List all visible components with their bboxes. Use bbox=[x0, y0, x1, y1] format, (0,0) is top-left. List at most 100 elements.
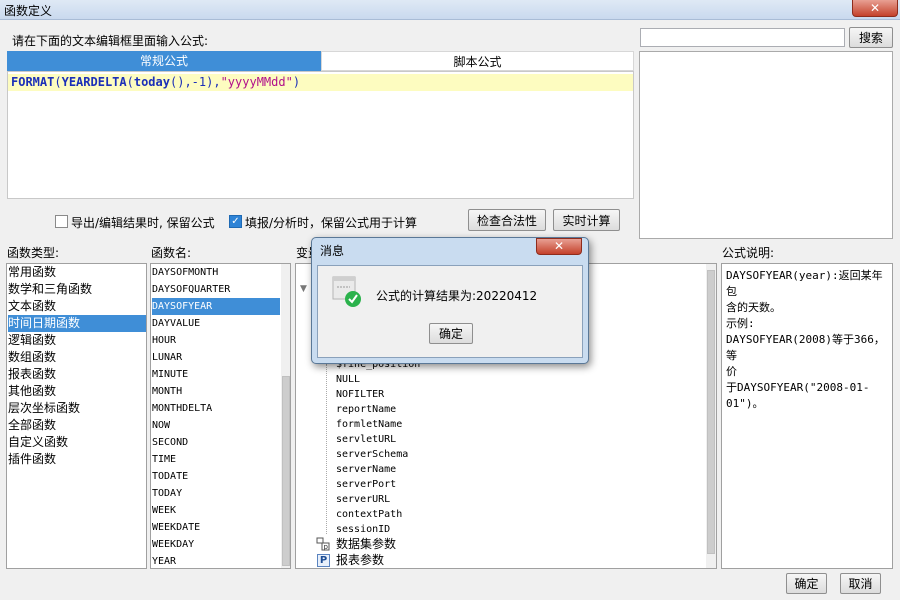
list-item[interactable]: 数学和三角函数 bbox=[8, 281, 146, 298]
list-item[interactable]: TODAY bbox=[152, 485, 280, 502]
list-item[interactable]: TODATE bbox=[152, 468, 280, 485]
list-item[interactable]: 插件函数 bbox=[8, 451, 146, 468]
dataset-params-icon: p bbox=[316, 537, 330, 551]
formula-token: "yyyyMMdd" bbox=[220, 75, 293, 89]
formula-token: () bbox=[169, 75, 185, 89]
list-item[interactable]: 层次坐标函数 bbox=[8, 400, 146, 417]
list-item[interactable]: WEEKDAY bbox=[152, 536, 280, 553]
list-item[interactable]: HOUR bbox=[152, 332, 280, 349]
list-item[interactable]: 报表函数 bbox=[8, 366, 146, 383]
variable-item[interactable]: sessionID bbox=[336, 522, 390, 537]
list-item[interactable]: NOW bbox=[152, 417, 280, 434]
list-item[interactable]: YEAR bbox=[152, 553, 280, 568]
list-item[interactable]: 全部函数 bbox=[8, 417, 146, 434]
list-item[interactable]: 逻辑函数 bbox=[8, 332, 146, 349]
variable-item[interactable]: serverName bbox=[336, 462, 396, 477]
variable-item[interactable]: serverURL bbox=[336, 492, 390, 507]
formula-token: YEARDELTA bbox=[61, 75, 127, 89]
scrollbar-thumb[interactable] bbox=[707, 270, 715, 554]
description-line: 价 bbox=[726, 365, 737, 378]
function-type-list[interactable]: 常用函数 数学和三角函数 文本函数 时间日期函数 逻辑函数 数组函数 报表函数 … bbox=[6, 263, 147, 569]
description-line: DAYSOFYEAR(year):返回某年包 bbox=[726, 269, 883, 298]
formula-token: ), bbox=[206, 75, 221, 89]
tab-script-formula[interactable]: 脚本公式 bbox=[321, 51, 634, 71]
formula-token: ) bbox=[292, 75, 301, 89]
list-item[interactable]: MONTH bbox=[152, 383, 280, 400]
message-dialog: 消息 ✕ 公式的计算结果为:20220412 确定 bbox=[311, 237, 589, 364]
scrollbar-thumb[interactable] bbox=[282, 376, 290, 566]
formula-description: DAYSOFYEAR(year):返回某年包 含的天数。 示例: DAYSOFY… bbox=[726, 268, 892, 412]
list-item[interactable]: 时间日期函数 bbox=[8, 315, 146, 332]
search-results-panel[interactable] bbox=[639, 51, 893, 239]
list-item[interactable]: DAYSOFQUARTER bbox=[152, 281, 280, 298]
tree-connector bbox=[326, 364, 327, 534]
function-name-list[interactable]: DAYSOFMONTH DAYSOFQUARTER DAYSOFYEAR DAY… bbox=[150, 263, 291, 569]
window-close-button[interactable]: ✕ bbox=[852, 0, 898, 17]
list-item[interactable]: MINUTE bbox=[152, 366, 280, 383]
formula-editor[interactable]: FORMAT(YEARDELTA(today(),-1),"yyyyMMdd") bbox=[7, 71, 634, 199]
list-item[interactable]: 数组函数 bbox=[8, 349, 146, 366]
message-body: 公式的计算结果为:20220412 确定 bbox=[317, 265, 583, 358]
list-item[interactable]: 常用函数 bbox=[8, 264, 146, 281]
fill-keep-checkbox[interactable]: ✓ bbox=[229, 215, 242, 228]
fill-keep-label: 填报/分析时，保留公式用于计算 bbox=[245, 216, 418, 230]
list-item[interactable]: WEEKDATE bbox=[152, 519, 280, 536]
description-line: 01")。 bbox=[726, 397, 764, 410]
tab-normal-formula[interactable]: 常规公式 bbox=[7, 51, 321, 71]
description-line: 于DAYSOFYEAR("2008-01- bbox=[726, 381, 870, 394]
check-validity-button[interactable]: 检查合法性 bbox=[468, 209, 546, 231]
cancel-button[interactable]: 取消 bbox=[840, 573, 881, 594]
formula-token: ( bbox=[54, 75, 62, 89]
variable-item[interactable]: NOFILTER bbox=[336, 387, 384, 402]
variable-item[interactable]: serverSchema bbox=[336, 447, 408, 462]
variable-item[interactable]: formletName bbox=[336, 417, 402, 432]
list-item[interactable]: WEEK bbox=[152, 502, 280, 519]
formula-description-panel: DAYSOFYEAR(year):返回某年包 含的天数。 示例: DAYSOFY… bbox=[721, 263, 893, 569]
list-item[interactable]: MONTHDELTA bbox=[152, 400, 280, 417]
formula-token: ,-1 bbox=[184, 75, 207, 89]
window-title: 函数定义 bbox=[4, 4, 53, 18]
list-item[interactable]: 其他函数 bbox=[8, 383, 146, 400]
message-close-button[interactable]: ✕ bbox=[536, 238, 582, 255]
editor-prompt: 请在下面的文本编辑框里面输入公式: bbox=[12, 34, 209, 48]
description-line: DAYSOFYEAR(2008)等于366，等 bbox=[726, 333, 885, 362]
formula-token: FORMAT bbox=[11, 75, 55, 89]
function-name-label: 函数名: bbox=[151, 246, 192, 260]
variables-scrollbar[interactable] bbox=[706, 264, 716, 568]
variable-item[interactable]: NULL bbox=[336, 372, 360, 387]
function-name-scrollbar[interactable] bbox=[281, 264, 290, 568]
search-button[interactable]: 搜索 bbox=[849, 27, 893, 48]
list-item[interactable]: LUNAR bbox=[152, 349, 280, 366]
formula-desc-label: 公式说明: bbox=[722, 246, 775, 260]
list-item[interactable]: DAYVALUE bbox=[152, 315, 280, 332]
title-bar: 函数定义 ✕ bbox=[0, 0, 900, 20]
list-item[interactable]: 自定义函数 bbox=[8, 434, 146, 451]
description-line: 含的天数。 bbox=[726, 301, 781, 314]
list-item[interactable]: 文本函数 bbox=[8, 298, 146, 315]
list-item[interactable]: SECOND bbox=[152, 434, 280, 451]
list-item[interactable]: DAYSOFYEAR bbox=[152, 298, 280, 315]
list-item[interactable]: DAYSOFMONTH bbox=[152, 264, 280, 281]
variable-group-dataset[interactable]: 数据集参数 bbox=[336, 537, 396, 552]
export-keep-checkbox[interactable] bbox=[55, 215, 68, 228]
variable-item[interactable]: contextPath bbox=[336, 507, 402, 522]
search-input[interactable] bbox=[640, 28, 845, 47]
formula-line[interactable]: FORMAT(YEARDELTA(today(),-1),"yyyyMMdd") bbox=[8, 74, 633, 91]
message-ok-button[interactable]: 确定 bbox=[429, 323, 473, 344]
message-text: 公式的计算结果为:20220412 bbox=[376, 289, 538, 303]
variable-item[interactable]: serverPort bbox=[336, 477, 396, 492]
variable-item[interactable]: servletURL bbox=[336, 432, 396, 447]
realtime-calc-button[interactable]: 实时计算 bbox=[553, 209, 620, 231]
report-params-icon: P bbox=[317, 554, 330, 567]
check-icon: ✓ bbox=[231, 216, 240, 227]
variable-item[interactable]: reportName bbox=[336, 402, 396, 417]
tree-expand-icon[interactable]: ▼ bbox=[300, 284, 307, 294]
message-title: 消息 bbox=[320, 244, 345, 258]
variable-group-report[interactable]: 报表参数 bbox=[336, 553, 384, 568]
ok-button[interactable]: 确定 bbox=[786, 573, 827, 594]
formula-token: today bbox=[133, 75, 170, 89]
description-line: 示例: bbox=[726, 317, 755, 330]
svg-text:p: p bbox=[324, 543, 329, 551]
formula-token: ( bbox=[126, 75, 134, 89]
list-item[interactable]: TIME bbox=[152, 451, 280, 468]
